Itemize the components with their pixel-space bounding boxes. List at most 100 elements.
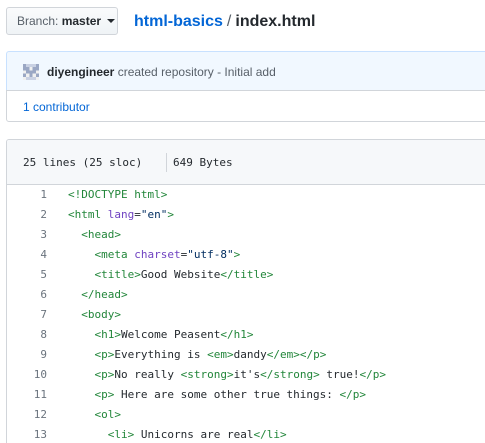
code-token: </head> xyxy=(81,288,128,301)
code-token: Unicorns are real xyxy=(134,428,254,441)
code-line: 5 <title>Good Website</title> xyxy=(7,265,485,285)
commit-message[interactable]: created repository - Initial add xyxy=(118,65,276,79)
code-token: </title> xyxy=(220,268,274,281)
code-line: 3 <head> xyxy=(7,225,485,245)
line-number[interactable]: 2 xyxy=(7,205,47,225)
code-line: 6 </head> xyxy=(7,285,485,305)
code-token: </li> xyxy=(253,428,287,441)
code-token: true! xyxy=(319,368,360,381)
line-code: <h1>Welcome Peasent</h1> xyxy=(68,325,254,345)
line-code: <title>Good Website</title> xyxy=(68,265,274,285)
line-number[interactable]: 3 xyxy=(7,225,47,245)
line-number[interactable]: 12 xyxy=(7,405,47,425)
line-code: <meta charset="utf-8"> xyxy=(68,245,241,265)
line-number[interactable]: 6 xyxy=(7,285,47,305)
code-token: = xyxy=(134,208,141,221)
branch-value: master xyxy=(61,14,102,28)
line-number[interactable]: 11 xyxy=(7,385,47,405)
code-token: lang xyxy=(107,208,135,221)
code-token: </strong> xyxy=(260,368,320,381)
code-token: <em> xyxy=(207,348,234,361)
code-token: "utf-8" xyxy=(187,248,234,261)
latest-commit-bar: diyengineer created repository - Initial… xyxy=(6,51,485,91)
line-code: <p>No really <strong>it's</strong> true!… xyxy=(68,365,386,385)
line-number[interactable]: 9 xyxy=(7,345,47,365)
commit-author-link[interactable]: diyengineer xyxy=(47,65,114,79)
code-token: <head> xyxy=(81,228,121,241)
code-line: 11 <p> Here are some other true things: … xyxy=(7,385,485,405)
code-token: it's xyxy=(233,368,261,381)
code-line: 2 <html lang="en"> xyxy=(7,205,485,225)
contributors-bar: 1 contributor xyxy=(6,90,485,122)
breadcrumb: html-basics / index.html xyxy=(134,11,315,33)
breadcrumb-repo-link[interactable]: html-basics xyxy=(134,13,223,30)
code-line: 13 <li> Unicorns are real</li> xyxy=(7,425,485,443)
code-line: 1 <!DOCTYPE html> xyxy=(7,185,485,205)
line-number[interactable]: 1 xyxy=(7,185,47,205)
line-number[interactable]: 10 xyxy=(7,365,47,385)
breadcrumb-separator: / xyxy=(226,13,232,30)
line-code: <!DOCTYPE html> xyxy=(68,185,167,205)
code-token: > xyxy=(167,208,174,221)
code-token: <h1> xyxy=(94,328,122,341)
code-token: Good Website xyxy=(140,268,221,281)
code-token: > xyxy=(233,248,241,261)
line-code: </head> xyxy=(68,285,128,305)
code-line: 9 <p>Everything is <em>dandy</em></p> xyxy=(7,345,485,365)
code-token: </p> xyxy=(339,388,367,401)
line-number[interactable]: 7 xyxy=(7,305,47,325)
code-token: Here are some other true things: xyxy=(114,388,340,401)
code-token: <ol> xyxy=(94,408,122,421)
file-viewer: 25 lines (25 sloc) 649 Bytes 1 <!DOCTYPE … xyxy=(6,139,485,443)
code-token: <p> xyxy=(94,368,115,381)
file-line-count: 25 lines (25 sloc) xyxy=(23,156,143,169)
line-code: <p>Everything is <em>dandy</em></p> xyxy=(68,345,327,365)
code-line: 4 <meta charset="utf-8"> xyxy=(7,245,485,265)
code-token: "en" xyxy=(140,208,168,221)
code-token: <title> xyxy=(94,268,141,281)
code-token: <!DOCTYPE html> xyxy=(68,188,168,201)
file-header-divider xyxy=(166,153,167,172)
line-code: <ol> xyxy=(68,405,122,425)
file-size: 649 Bytes xyxy=(173,156,233,169)
file-header: 25 lines (25 sloc) 649 Bytes xyxy=(7,140,485,185)
line-number[interactable]: 8 xyxy=(7,325,47,345)
code-token: Everything is xyxy=(114,348,208,361)
line-code: <li> Unicorns are real</li> xyxy=(68,425,287,443)
code-line: 8 <h1>Welcome Peasent</h1> xyxy=(7,325,485,345)
code-token: </p> xyxy=(359,368,386,381)
line-number[interactable]: 5 xyxy=(7,265,47,285)
line-code: <head> xyxy=(68,225,121,245)
branch-label: Branch: xyxy=(17,14,59,28)
code-token: No really xyxy=(114,368,181,381)
line-code: <html lang="en"> xyxy=(68,205,174,225)
code-token: </h1> xyxy=(220,328,254,341)
commit-summary: diyengineer created repository - Initial… xyxy=(47,65,276,79)
chevron-down-icon xyxy=(107,19,116,23)
code-line: 12 <ol> xyxy=(7,405,485,425)
code-token: <body> xyxy=(81,308,121,321)
code-token: <meta xyxy=(94,248,128,261)
line-number[interactable]: 4 xyxy=(7,245,47,265)
identicon-avatar-icon[interactable] xyxy=(23,64,39,80)
line-code: <body> xyxy=(68,305,121,325)
code-line: 10 <p>No really <strong>it's</strong> tr… xyxy=(7,365,485,385)
code-token: Welcome Peasent xyxy=(121,328,221,341)
contributors-link[interactable]: 1 contributor xyxy=(23,100,90,114)
code-token: <html xyxy=(68,208,102,221)
line-number[interactable]: 13 xyxy=(7,425,47,443)
branch-select-button[interactable]: Branch: master xyxy=(6,7,118,35)
code-listing: 1 <!DOCTYPE html> 2 <html lang="en"> 3 <head… xyxy=(7,185,485,443)
